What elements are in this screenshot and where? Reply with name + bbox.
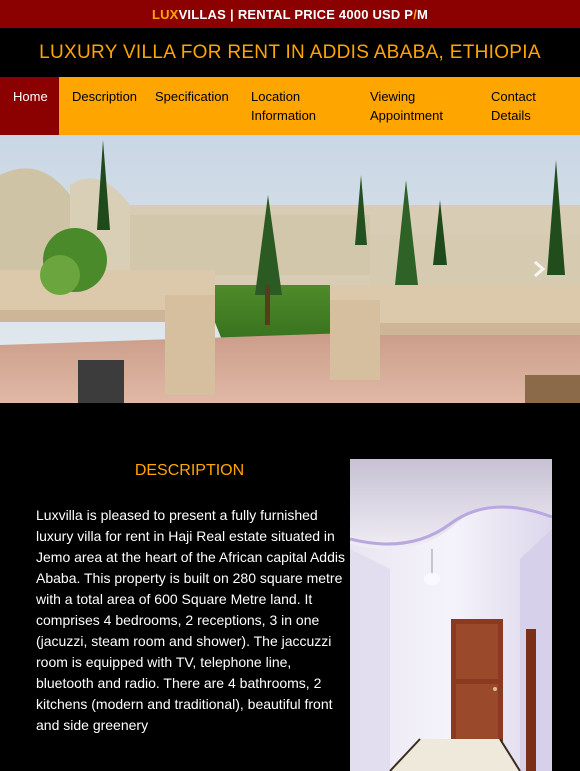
brand-lux: LUX [151, 6, 179, 22]
rental-price: RENTAL PRICE 4000 USD P [237, 6, 414, 22]
nav-viewing-label-2: Appointment [370, 108, 443, 123]
nav-contact-label-1: Contact [491, 89, 536, 104]
main-nav: Home Description Specification Location … [0, 77, 580, 135]
nav-specification[interactable]: Specification [155, 77, 251, 135]
nav-contact-label-2: Details [491, 108, 531, 123]
nav-home[interactable]: Home [0, 77, 59, 135]
nav-description-label: Description [72, 89, 138, 104]
hallway-photo [350, 459, 552, 771]
nav-viewing-appointment[interactable]: Viewing Appointment [370, 77, 491, 135]
description-section: DESCRIPTION Luxvilla is pleased to prese… [0, 459, 580, 771]
hero-slideshow[interactable] [0, 135, 580, 403]
description-heading: DESCRIPTION [134, 462, 245, 479]
rental-price-m: M [417, 6, 429, 22]
hero-garden-photo [0, 135, 580, 403]
nav-contact-details[interactable]: Contact Details [491, 77, 571, 135]
chevron-right-icon[interactable] [532, 259, 546, 279]
nav-description[interactable]: Description [59, 77, 155, 135]
nav-viewing-label-1: Viewing [370, 89, 416, 104]
nav-location-label-2: Information [251, 108, 317, 123]
banner-separator: | [230, 6, 234, 22]
nav-home-label: Home [13, 89, 48, 104]
brand-villas: VILLAS [178, 6, 226, 22]
nav-location-information[interactable]: Location Information [251, 77, 370, 135]
section-spacer [0, 403, 580, 459]
top-banner: LUX VILLAS | RENTAL PRICE 4000 USD P / M [0, 0, 580, 28]
description-body: Luxvilla is pleased to present a fully f… [36, 507, 345, 733]
site-title: LUXURY VILLA FOR RENT IN ADDIS ABABA, ET… [39, 41, 541, 63]
nav-specification-label: Specification [155, 89, 229, 104]
nav-location-label-1: Location [251, 89, 301, 104]
